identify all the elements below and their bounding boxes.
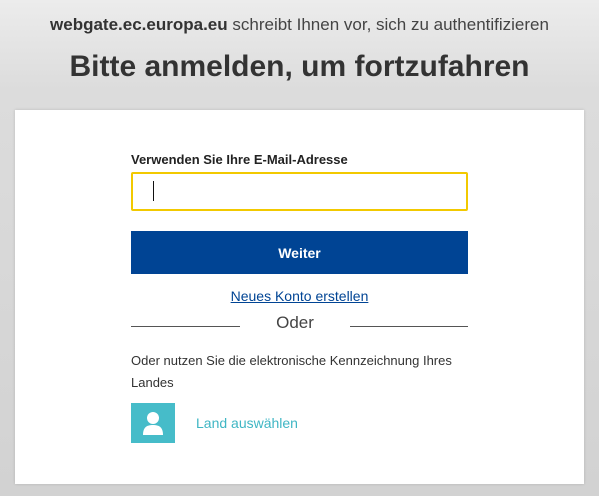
authentication-message-text: schreibt Ihnen vor, sich zu authentifizi…	[227, 15, 549, 34]
email-input[interactable]	[131, 172, 468, 211]
divider-or: Oder	[276, 313, 314, 332]
page-title: Bitte anmelden, um fortzufahren	[69, 50, 530, 83]
eid-description: Oder nutzen Sie die elektronische Kennze…	[131, 353, 452, 390]
email-label: Verwenden Sie Ihre E-Mail-Adresse	[131, 152, 348, 167]
authentication-message: webgate.ec.europa.eu schreibt Ihnen vor,…	[0, 15, 599, 35]
login-card: Verwenden Sie Ihre E-Mail-Adresse Weiter…	[15, 110, 584, 484]
divider-line-left	[131, 326, 240, 327]
create-account-link[interactable]: Neues Konto erstellen	[131, 288, 468, 304]
continue-button[interactable]: Weiter	[131, 231, 468, 274]
country-selector-button[interactable]	[131, 403, 175, 443]
select-country-link[interactable]: Land auswählen	[196, 415, 298, 431]
requesting-domain: webgate.ec.europa.eu	[50, 15, 228, 34]
user-icon	[143, 412, 163, 435]
text-cursor	[153, 181, 154, 201]
divider-line-right	[350, 326, 468, 327]
